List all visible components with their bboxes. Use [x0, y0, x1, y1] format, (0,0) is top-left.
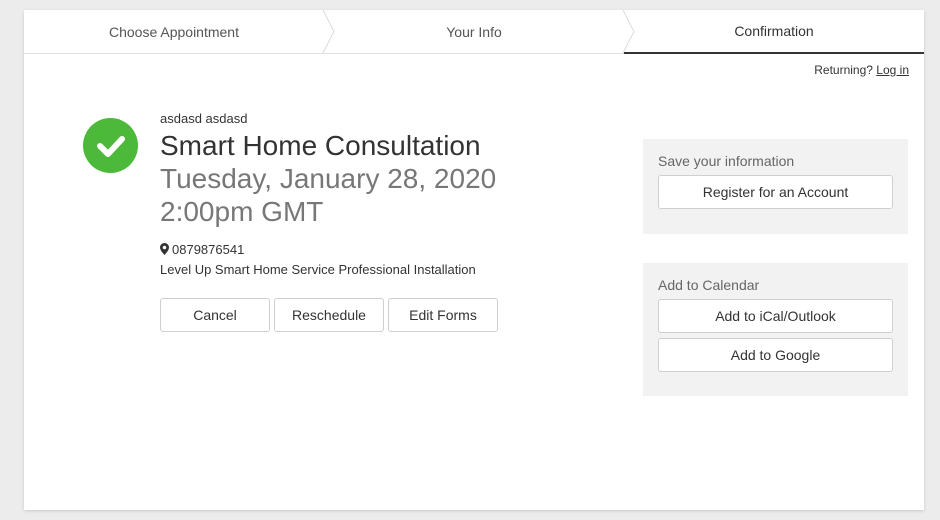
- save-info-panel: Save your information Register for an Ac…: [643, 139, 908, 234]
- edit-forms-button[interactable]: Edit Forms: [388, 298, 498, 332]
- phone-row: 0879876541: [160, 241, 600, 257]
- appointment-details: asdasd asdasd Smart Home Consultation Tu…: [160, 111, 600, 277]
- add-to-calendar-title: Add to Calendar: [658, 277, 760, 293]
- register-account-button[interactable]: Register for an Account: [658, 175, 893, 209]
- confirmation-card: Choose Appointment Your Info Confirmatio…: [24, 10, 924, 510]
- add-ical-outlook-button[interactable]: Add to iCal/Outlook: [658, 299, 893, 333]
- appointment-date: Tuesday, January 28, 2020: [160, 163, 497, 194]
- service-name: Level Up Smart Home Service Professional…: [160, 262, 476, 277]
- returning-login: Returning? Log in: [814, 63, 909, 77]
- steps-bar: Choose Appointment Your Info Confirmatio…: [24, 10, 924, 54]
- save-info-title: Save your information: [658, 153, 795, 169]
- check-circle-icon: [83, 118, 138, 173]
- appointment-actions: Cancel Reschedule Edit Forms: [160, 298, 498, 332]
- checkmark-icon: [96, 135, 125, 157]
- returning-text: Returning?: [814, 63, 873, 77]
- add-to-calendar-panel: Add to Calendar Add to iCal/Outlook Add …: [643, 263, 908, 396]
- reschedule-button[interactable]: Reschedule: [274, 298, 384, 332]
- step-confirmation[interactable]: Confirmation: [624, 10, 924, 54]
- cancel-button[interactable]: Cancel: [160, 298, 270, 332]
- step-choose-appointment[interactable]: Choose Appointment: [24, 10, 324, 53]
- appointment-time: 2:00pm GMT: [160, 196, 324, 227]
- step-your-info[interactable]: Your Info: [324, 10, 624, 53]
- appointment-title: Smart Home Consultation: [160, 130, 481, 161]
- step-label: Confirmation: [734, 23, 814, 39]
- client-name: asdasd asdasd: [160, 111, 248, 126]
- map-marker-icon: [160, 243, 169, 255]
- step-label: Your Info: [446, 23, 502, 40]
- phone-number: 0879876541: [172, 241, 245, 257]
- add-google-button[interactable]: Add to Google: [658, 338, 893, 372]
- step-label: Choose Appointment: [109, 23, 239, 40]
- login-link[interactable]: Log in: [876, 63, 909, 77]
